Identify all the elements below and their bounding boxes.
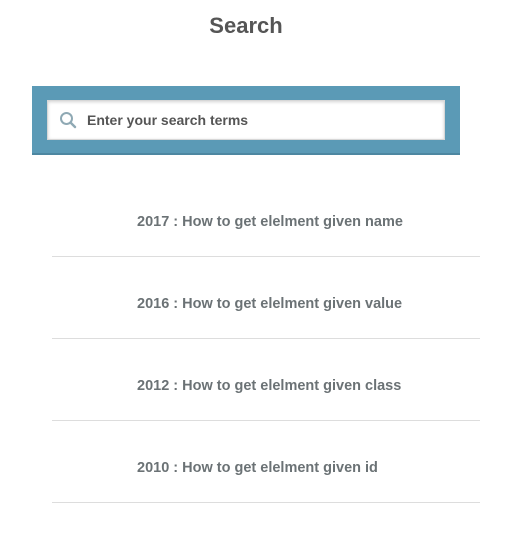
list-item: 2017 : How to get elelment given name bbox=[52, 175, 480, 257]
search-panel bbox=[32, 86, 460, 155]
result-link[interactable]: 2010 : How to get elelment given id bbox=[137, 445, 378, 478]
search-input[interactable] bbox=[87, 105, 427, 135]
result-link[interactable]: 2012 : How to get elelment given class bbox=[137, 363, 401, 396]
result-link[interactable]: 2016 : How to get elelment given value bbox=[137, 281, 402, 314]
list-item: 2016 : How to get elelment given value bbox=[52, 257, 480, 339]
page-title: Search bbox=[209, 13, 283, 38]
search-box[interactable] bbox=[47, 100, 445, 140]
results-list: 2017 : How to get elelment given name 20… bbox=[52, 175, 480, 503]
list-item: 2010 : How to get elelment given id bbox=[52, 421, 480, 503]
result-link[interactable]: 2017 : How to get elelment given name bbox=[137, 199, 403, 232]
list-item: 2012 : How to get elelment given class bbox=[52, 339, 480, 421]
search-icon bbox=[58, 110, 78, 130]
